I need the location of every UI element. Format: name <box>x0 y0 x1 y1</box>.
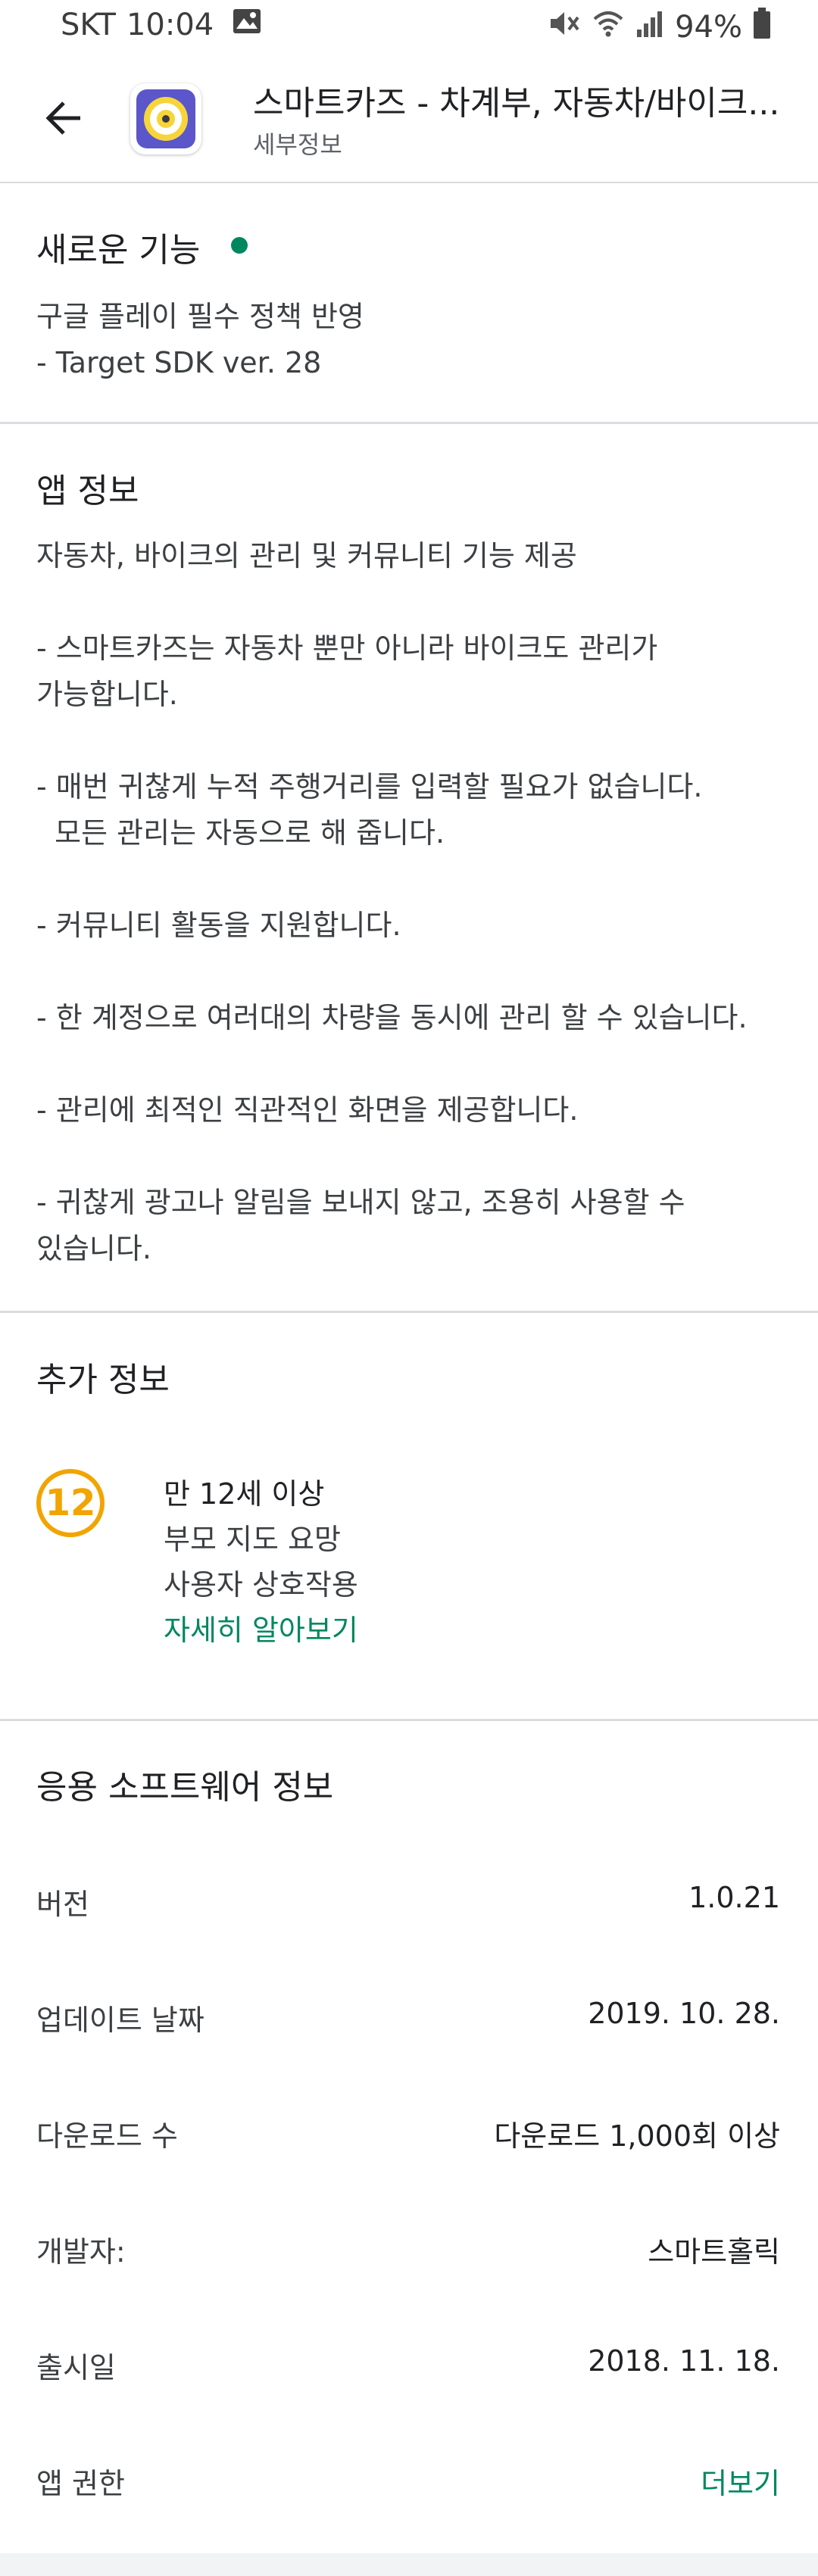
description-line: - 귀찮게 광고나 알림을 보내지 않고, 조용히 사용할 수 <box>36 1186 685 1219</box>
developer-label: 개발자: <box>36 2235 126 2269</box>
description-line: - 스마트카즈는 자동차 뿐만 아니라 바이크도 관리가 <box>36 632 658 665</box>
carrier-label: SKT <box>61 8 116 42</box>
back-button[interactable] <box>39 94 88 142</box>
signal-icon <box>635 8 664 46</box>
bottom-edge <box>0 2553 818 2576</box>
app-info-title: 앱 정보 <box>36 472 139 510</box>
app-icon <box>130 83 201 154</box>
learn-more-link[interactable]: 자세히 알아보기 <box>164 1607 358 1648</box>
description-line: - 매번 귀찮게 누적 주행거리를 입력할 필요가 없습니다. <box>36 770 703 803</box>
info-row-downloads: 다운로드 수 다운로드 1,000회 이상 <box>0 2113 818 2173</box>
updated-value: 2019. 10. 28. <box>588 1997 780 2030</box>
app-header: 스마트카즈 - 차계부, 자동차/바이크... 세부정보 <box>0 56 818 183</box>
software-info-title: 응용 소프트웨어 정보 <box>36 1768 334 1807</box>
battery-icon <box>753 8 771 47</box>
page-subtitle: 세부정보 <box>253 130 342 159</box>
version-value: 1.0.21 <box>688 1881 780 1914</box>
clock: 10:04 <box>126 8 214 42</box>
info-row-release-date: 출시일 2018. 11. 18. <box>0 2344 818 2405</box>
description-line: 자동차, 바이크의 관리 및 커뮤니티 기능 제공 <box>36 539 577 572</box>
whats-new-line: 구글 플레이 필수 정책 반영 <box>36 300 364 333</box>
whats-new-line: - Target SDK ver. 28 <box>36 346 322 379</box>
whats-new-body: 구글 플레이 필수 정책 반영 - Target SDK ver. 28 <box>36 294 364 386</box>
downloads-value: 다운로드 1,000회 이상 <box>494 2119 780 2153</box>
wifi-icon <box>592 8 625 46</box>
app-info-description: 자동차, 바이크의 관리 및 커뮤니티 기능 제공 - 스마트카즈는 자동차 뿐… <box>36 533 748 1272</box>
info-row-updated: 업데이트 날짜 2019. 10. 28. <box>0 1997 818 2057</box>
gallery-notification-icon <box>232 8 262 42</box>
description-line: 있습니다. <box>36 1232 151 1265</box>
battery-percent: 94% <box>675 10 742 45</box>
info-row-developer: 개발자: 스마트홀릭 <box>0 2228 818 2289</box>
app-title: 스마트카즈 - 차계부, 자동차/바이크... <box>253 84 780 123</box>
downloads-label: 다운로드 수 <box>36 2119 178 2153</box>
developer-value: 스마트홀릭 <box>648 2235 780 2269</box>
app-logo-icon <box>136 89 195 148</box>
new-indicator-dot <box>231 237 248 254</box>
mute-icon <box>548 8 581 46</box>
whats-new-title: 새로운 기능 <box>36 231 201 270</box>
release-date-label: 출시일 <box>36 2351 116 2384</box>
description-line: - 관리에 최적인 직관적인 화면을 제공합니다. <box>36 1093 579 1127</box>
section-divider <box>0 1311 818 1313</box>
arrow-back-icon <box>45 101 80 135</box>
user-interaction-label: 사용자 상호작용 <box>164 1568 358 1601</box>
release-date-value: 2018. 11. 18. <box>588 2344 780 2378</box>
permissions-label: 앱 권한 <box>36 2467 125 2500</box>
description-line: - 한 계정으로 여러대의 차량을 동시에 관리 할 수 있습니다. <box>36 1001 748 1034</box>
info-row-permissions: 앱 권한 더보기 <box>0 2460 818 2521</box>
version-label: 버전 <box>36 1888 89 1921</box>
status-left: SKT 10:04 <box>61 8 262 42</box>
updated-label: 업데이트 날짜 <box>36 2004 204 2037</box>
parental-guidance-label: 부모 지도 요망 <box>164 1523 341 1556</box>
description-line: 모든 관리는 자동으로 해 줍니다. <box>36 816 445 850</box>
age-rating-badge: 12 <box>36 1469 105 1537</box>
description-line: 가능합니다. <box>36 678 178 711</box>
description-line: - 커뮤니티 활동을 지원합니다. <box>36 909 401 942</box>
section-divider <box>0 422 818 424</box>
info-row-version: 버전 1.0.21 <box>0 1881 818 1941</box>
permissions-more-link[interactable]: 더보기 <box>701 2460 780 2502</box>
section-divider <box>0 1719 818 1721</box>
additional-info-title: 추가 정보 <box>36 1361 170 1399</box>
status-right: 94% <box>548 8 771 47</box>
status-bar: SKT 10:04 94% <box>0 0 818 56</box>
age-rating-label: 만 12세 이상 <box>164 1477 325 1511</box>
